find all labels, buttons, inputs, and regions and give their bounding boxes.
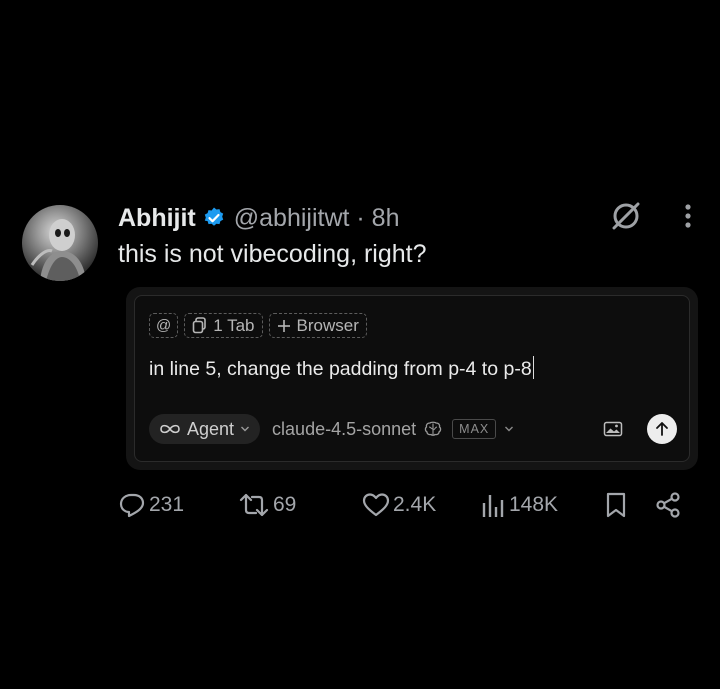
tweet-card[interactable]: Abhijit @abhijitwt · 8h this is not vibe… xyxy=(22,200,702,530)
like-button[interactable]: 2.4K xyxy=(362,490,436,520)
browser-chip[interactable]: Browser xyxy=(268,313,367,338)
reply-count: 231 xyxy=(149,493,185,516)
model-selector[interactable]: claude-4.5-sonnet xyxy=(272,419,416,440)
image-icon[interactable] xyxy=(603,421,623,437)
plus-icon xyxy=(277,319,290,332)
share-button[interactable] xyxy=(654,490,682,520)
chevron-down-icon xyxy=(241,426,250,432)
prompt-input[interactable]: in line 5, change the padding from p-4 t… xyxy=(149,356,534,381)
like-icon xyxy=(362,493,390,517)
chevron-down-icon[interactable] xyxy=(504,425,514,433)
retweet-count: 69 xyxy=(273,493,297,516)
retweet-icon xyxy=(239,493,269,517)
tab-chip-label: 1 Tab xyxy=(213,315,255,335)
author-name[interactable]: Abhijit xyxy=(118,204,196,233)
embedded-image[interactable]: @ 1 Tab Browser in line 5, change the pa… xyxy=(126,287,698,470)
like-count: 2.4K xyxy=(393,493,437,516)
arrow-up-icon xyxy=(656,422,668,436)
max-badge[interactable]: MAX xyxy=(452,419,497,439)
copy-icon xyxy=(192,317,207,334)
browser-chip-label: Browser xyxy=(296,315,359,335)
prompt-text: in line 5, change the padding from p-4 t… xyxy=(149,358,532,380)
infinity-icon xyxy=(160,424,180,434)
reply-icon xyxy=(119,493,145,518)
more-options-icon[interactable] xyxy=(684,203,692,229)
send-button[interactable] xyxy=(647,414,677,444)
agent-mode-dropdown[interactable]: Agent xyxy=(149,414,261,444)
grok-slash-icon[interactable] xyxy=(610,200,642,232)
avatar[interactable] xyxy=(22,205,98,281)
tab-chip[interactable]: 1 Tab xyxy=(184,313,263,338)
agent-label: Agent xyxy=(187,418,235,439)
reply-button[interactable]: 231 xyxy=(118,490,184,520)
handle-and-time[interactable]: @abhijitwt · 8h xyxy=(234,204,400,233)
verified-badge-icon xyxy=(204,207,223,226)
share-icon xyxy=(656,492,680,518)
tweet-text: this is not vibecoding, right? xyxy=(118,240,427,268)
views-icon xyxy=(482,495,504,517)
tweet-actions: 231 69 2.4K 148K xyxy=(118,490,688,520)
bookmark-button[interactable] xyxy=(604,490,628,520)
bookmark-icon xyxy=(606,492,626,518)
views-count: 148K xyxy=(509,493,559,516)
retweet-button[interactable]: 69 xyxy=(238,490,296,520)
text-caret xyxy=(532,356,534,379)
chat-composer: @ 1 Tab Browser in line 5, change the pa… xyxy=(134,295,690,462)
brain-icon xyxy=(424,421,442,436)
mention-chip[interactable]: @ xyxy=(149,313,179,338)
views-button[interactable]: 148K xyxy=(480,490,558,520)
